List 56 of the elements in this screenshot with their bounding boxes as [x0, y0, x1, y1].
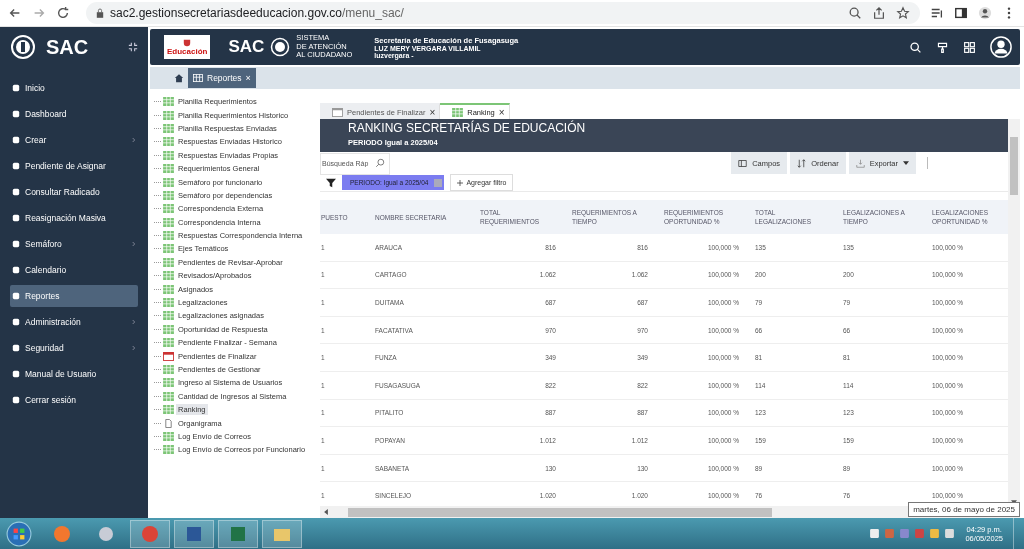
sidebar-item[interactable]: Reportes [10, 285, 138, 307]
sidebar-item[interactable]: Crear [10, 129, 138, 151]
sidebar-item[interactable]: Pendiente de Asignar [10, 155, 138, 177]
back-icon[interactable] [8, 6, 22, 20]
download-icon [855, 158, 865, 168]
chevron-icon [132, 319, 136, 325]
avatar-icon[interactable] [990, 36, 1012, 58]
profile-icon[interactable] [978, 6, 992, 20]
sidebar-item[interactable]: Inicio [10, 77, 138, 99]
sidebar-item[interactable]: Dashboard [10, 103, 138, 125]
left-arrow-icon[interactable] [324, 509, 328, 515]
logo-icon [10, 34, 36, 60]
start-icon[interactable] [6, 520, 32, 547]
breadcrumb-tab[interactable]: Reportes × [188, 68, 256, 88]
zoom-icon[interactable] [848, 6, 862, 20]
logo-text: SAC [46, 35, 89, 59]
sidebar-item[interactable]: Administración [10, 311, 138, 333]
logo-icon [270, 37, 291, 57]
tray-icon[interactable] [944, 528, 956, 539]
sidebar-item[interactable]: Calendario [10, 259, 138, 281]
scrollbar-thumb[interactable] [348, 507, 772, 517]
columns-icon [738, 158, 748, 168]
date-tooltip: martes, 06 de mayo de 2025 [908, 502, 1020, 517]
report-title: RANKING SECRETARÍAS DE EDUCACIÓN [348, 121, 587, 135]
sidebar-item[interactable]: Reasignación Masiva [10, 207, 138, 229]
app-name: SAC [228, 37, 265, 57]
sidebar-item[interactable]: Cerrar sesión [10, 389, 138, 411]
star-icon[interactable] [896, 6, 910, 20]
down-arrow-icon[interactable] [1011, 500, 1017, 504]
address-bar[interactable]: sac2.gestionsecretariasdeeducacion.gov.co/menu_sac/ [86, 2, 920, 24]
tray-icon[interactable] [869, 528, 881, 539]
document-icon [163, 418, 174, 428]
reload-icon[interactable] [56, 6, 70, 20]
tray-icon[interactable] [929, 528, 941, 539]
sidebar-item[interactable]: Semáforo [10, 233, 138, 255]
document-icon [12, 370, 20, 378]
grid-icon[interactable] [963, 40, 976, 54]
chevron-icon [132, 345, 136, 351]
sidebar-item[interactable]: Seguridad [10, 337, 138, 359]
caret-icon [903, 161, 909, 165]
sidebar-item[interactable]: Consultar Radicado [10, 181, 138, 203]
brush-icon[interactable] [936, 40, 949, 54]
scrollbar-thumb[interactable] [1010, 137, 1018, 195]
filter-icon [326, 177, 336, 188]
media-icon[interactable] [930, 6, 944, 20]
close-icon[interactable]: × [429, 106, 436, 118]
org-logo: Educación [164, 35, 211, 59]
close-icon[interactable]: × [498, 106, 505, 118]
close-icon[interactable]: × [245, 73, 251, 83]
sidebar-item[interactable]: Manual de Usuario [10, 363, 138, 385]
side-panel-icon[interactable] [954, 6, 968, 20]
url-text: sac2.gestionsecretariasdeeducacion.gov.co/menu_sac/ [110, 6, 404, 20]
collapse-icon[interactable] [128, 42, 138, 52]
sort-icon [797, 158, 807, 168]
chevron-icon [132, 241, 136, 247]
chevron-icon [132, 137, 136, 143]
